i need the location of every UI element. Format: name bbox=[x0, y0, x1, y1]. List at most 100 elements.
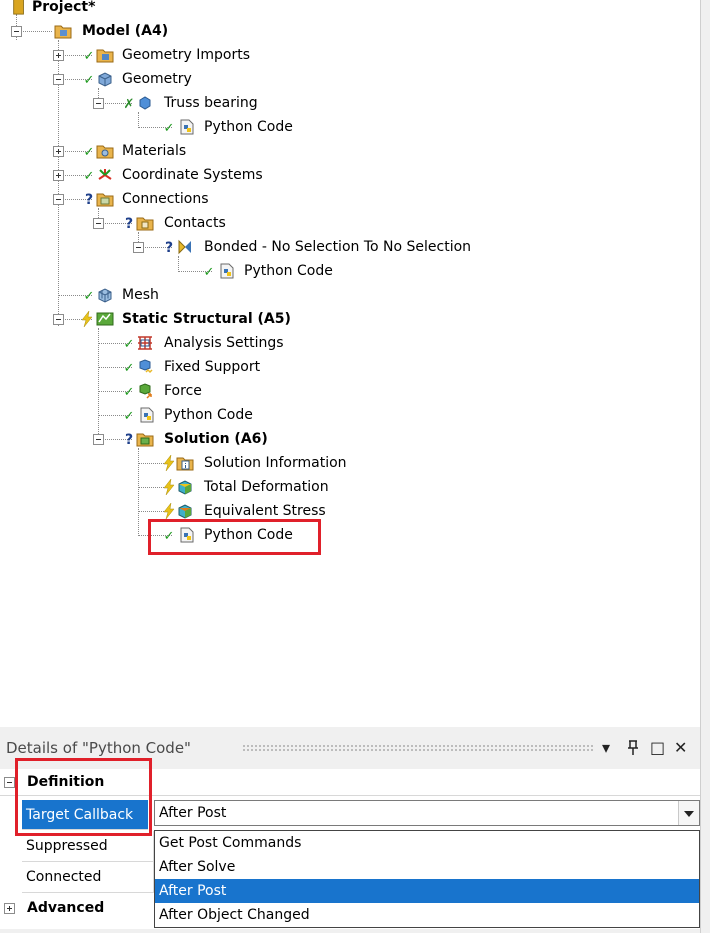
geometry-imports-icon bbox=[96, 49, 114, 63]
tree-item-model[interactable]: Model (A4) bbox=[0, 20, 250, 42]
expand-toggle[interactable] bbox=[4, 903, 15, 914]
tree-label-solution: Solution (A6) bbox=[164, 431, 268, 447]
tree-label-analysis-settings: Analysis Settings bbox=[164, 335, 284, 351]
highlight-box-python-code bbox=[148, 519, 321, 555]
tree-item-analysis-settings[interactable]: ✓ Analysis Settings bbox=[0, 332, 320, 354]
partial-check-icon: ✗ bbox=[123, 97, 135, 112]
analysis-settings-icon bbox=[138, 336, 152, 350]
tree-label-coordinate-systems: Coordinate Systems bbox=[122, 167, 263, 183]
tree-item-geometry-imports[interactable]: ✓ Geometry Imports bbox=[0, 44, 300, 66]
python-code-icon bbox=[220, 263, 234, 279]
tree-label-total-deformation: Total Deformation bbox=[204, 479, 329, 495]
check-icon: ✓ bbox=[123, 337, 135, 352]
highlight-box-target-callback bbox=[15, 758, 152, 836]
check-icon: ✓ bbox=[83, 73, 95, 88]
force-icon bbox=[139, 383, 152, 399]
tree-item-total-deformation[interactable]: Total Deformation bbox=[0, 476, 380, 498]
tree-label-mesh: Mesh bbox=[122, 287, 159, 303]
tree-item-contacts[interactable]: ? Contacts bbox=[0, 212, 300, 234]
expand-toggle[interactable] bbox=[53, 50, 64, 61]
check-icon: ✓ bbox=[83, 145, 95, 160]
collapse-toggle[interactable] bbox=[133, 242, 144, 253]
option-after-post[interactable]: After Post bbox=[155, 879, 699, 903]
check-icon: ✓ bbox=[123, 361, 135, 376]
tree-item-solution[interactable]: ? Solution (A6) bbox=[0, 428, 320, 450]
close-icon[interactable]: ✕ bbox=[674, 732, 687, 764]
static-structural-icon bbox=[96, 312, 114, 326]
total-deformation-icon bbox=[178, 480, 192, 495]
tree-label-force: Force bbox=[164, 383, 202, 399]
option-after-solve[interactable]: After Solve bbox=[155, 855, 699, 879]
restore-icon[interactable]: □ bbox=[650, 732, 665, 764]
check-icon: ✓ bbox=[83, 169, 95, 184]
project-icon bbox=[13, 0, 24, 15]
tree-item-static-structural[interactable]: Static Structural (A5) bbox=[0, 308, 340, 330]
tree-label-geometry: Geometry bbox=[122, 71, 192, 87]
dropdown-arrow-icon[interactable]: ▾ bbox=[602, 732, 610, 764]
tree-item-python-code-2[interactable]: ✓ Python Code bbox=[0, 260, 360, 282]
tree-label-python-code-2: Python Code bbox=[244, 263, 333, 279]
tree-item-python-code-3[interactable]: ✓ Python Code bbox=[0, 404, 320, 426]
geometry-icon bbox=[98, 72, 112, 87]
tree-label-python-code-1: Python Code bbox=[204, 119, 293, 135]
collapse-toggle[interactable] bbox=[53, 74, 64, 85]
drag-grip[interactable] bbox=[242, 744, 594, 752]
bonded-contact-icon bbox=[178, 239, 191, 255]
connected-row[interactable]: Connected bbox=[22, 862, 154, 893]
section-advanced-label: Advanced bbox=[27, 900, 105, 916]
option-get-post-commands[interactable]: Get Post Commands bbox=[155, 831, 699, 855]
coordinate-systems-icon bbox=[98, 169, 112, 180]
tree-item-coordinate-systems[interactable]: ✓ Coordinate Systems bbox=[0, 164, 320, 186]
check-icon: ✓ bbox=[83, 289, 95, 304]
solution-icon bbox=[136, 433, 154, 447]
pin-icon[interactable] bbox=[627, 732, 639, 767]
tree-item-force[interactable]: ✓ Force bbox=[0, 380, 300, 402]
tree-item-truss-bearing[interactable]: ✗ Truss bearing bbox=[0, 92, 300, 114]
fixed-support-icon bbox=[139, 359, 153, 374]
check-icon: ✓ bbox=[83, 49, 95, 64]
check-icon: ✓ bbox=[203, 265, 215, 280]
tree-label-truss-bearing: Truss bearing bbox=[164, 95, 258, 111]
tree-item-geometry[interactable]: ✓ Geometry bbox=[0, 68, 300, 90]
collapse-toggle[interactable] bbox=[53, 314, 64, 325]
question-icon: ? bbox=[84, 192, 94, 208]
collapse-toggle[interactable] bbox=[93, 218, 104, 229]
tree-item-connections[interactable]: ? Connections bbox=[0, 188, 300, 210]
question-icon: ? bbox=[164, 240, 174, 256]
tree-label-bonded: Bonded - No Selection To No Selection bbox=[204, 239, 472, 255]
tree-item-materials[interactable]: ✓ Materials bbox=[0, 140, 300, 162]
tree-item-project[interactable]: Project* bbox=[0, 0, 200, 18]
project-tree: Project* Model (A4) ✓ Geometry Imports ✓… bbox=[0, 0, 710, 725]
tree-label-materials: Materials bbox=[122, 143, 187, 159]
python-code-icon bbox=[140, 407, 154, 423]
tree-item-mesh[interactable]: ✓ Mesh bbox=[0, 284, 300, 306]
solution-information-icon bbox=[176, 457, 194, 471]
tree-item-python-code-1[interactable]: ✓ Python Code bbox=[0, 116, 320, 138]
section-advanced[interactable]: Advanced bbox=[0, 893, 153, 923]
option-after-object-changed[interactable]: After Object Changed bbox=[155, 903, 699, 927]
target-callback-options: Get Post Commands After Solve After Post… bbox=[154, 830, 700, 928]
tree-label-python-code-3: Python Code bbox=[164, 407, 253, 423]
mesh-icon bbox=[98, 288, 112, 303]
tree-label-project: Project* bbox=[32, 0, 96, 15]
python-code-icon bbox=[180, 119, 194, 135]
collapse-toggle[interactable] bbox=[53, 194, 64, 205]
expand-toggle[interactable] bbox=[53, 146, 64, 157]
tree-item-solution-information[interactable]: Solution Information bbox=[0, 452, 380, 474]
tree-label-fixed-support: Fixed Support bbox=[164, 359, 261, 375]
collapse-toggle[interactable] bbox=[4, 777, 15, 788]
collapse-toggle[interactable] bbox=[93, 98, 104, 109]
tree-label-static-structural: Static Structural (A5) bbox=[122, 311, 291, 327]
collapse-toggle[interactable] bbox=[11, 26, 22, 37]
collapse-toggle[interactable] bbox=[93, 434, 104, 445]
target-callback-dropdown[interactable]: After Post bbox=[154, 800, 700, 826]
tree-item-bonded[interactable]: ? Bonded - No Selection To No Selection bbox=[0, 236, 500, 258]
bolt-icon bbox=[81, 311, 93, 327]
right-edge-border bbox=[700, 0, 710, 933]
tree-label-connections: Connections bbox=[122, 191, 209, 207]
tree-label-model: Model (A4) bbox=[82, 23, 169, 39]
tree-label-solution-information: Solution Information bbox=[204, 455, 347, 471]
tree-item-fixed-support[interactable]: ✓ Fixed Support bbox=[0, 356, 320, 378]
expand-toggle[interactable] bbox=[53, 170, 64, 181]
chevron-down-icon[interactable] bbox=[678, 801, 699, 825]
